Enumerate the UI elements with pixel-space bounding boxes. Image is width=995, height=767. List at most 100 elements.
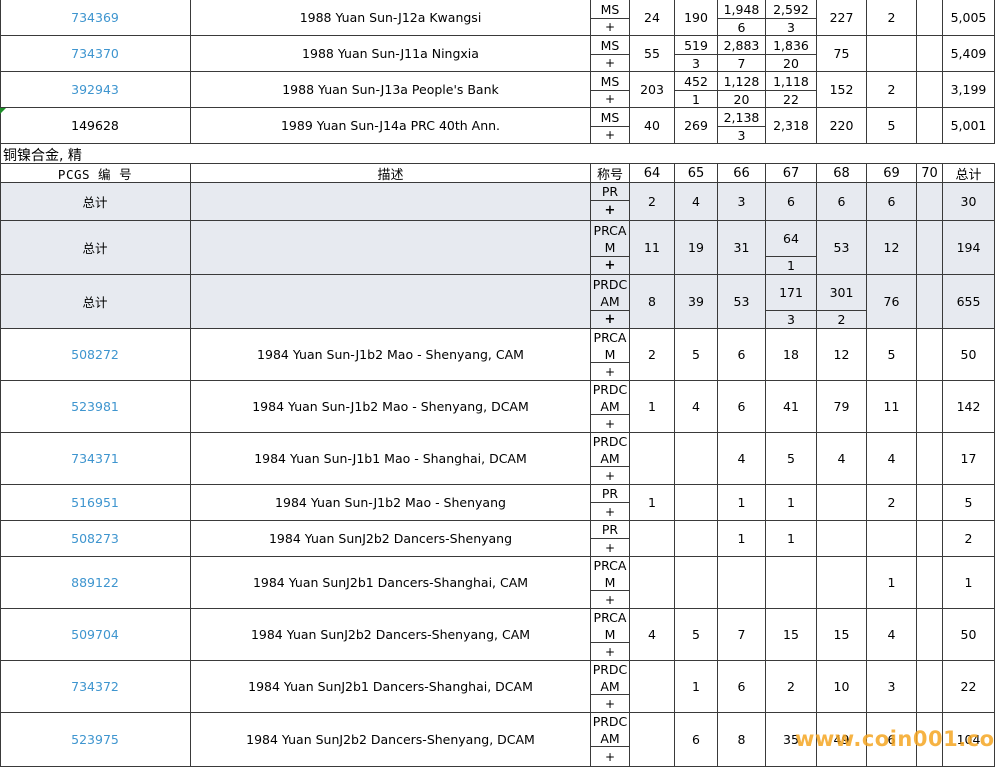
grade-count-70 (917, 381, 943, 433)
pcgs-number-link[interactable]: 523975 (0, 713, 191, 767)
grade-count-64: 1 (630, 485, 675, 521)
grade-count-65: 19 (675, 221, 718, 275)
grade-count-68: 227 (817, 0, 867, 36)
grade-count-65: 452 (675, 72, 718, 91)
grade-designation: PRCAM (591, 557, 630, 591)
grade-count-69: 6 (867, 183, 917, 221)
grade-count-70 (917, 485, 943, 521)
grade-count-65 (675, 433, 718, 485)
row-total: 2 (943, 521, 995, 557)
grade-count-66: 6 (718, 329, 766, 381)
sheet-left-border (0, 0, 1, 767)
grade-count-70 (917, 108, 943, 144)
coin-description: 1988 Yuan Sun-J12a Kwangsi (191, 0, 591, 36)
coin-description: 1984 Yuan SunJ2b2 Dancers-Shenyang, DCAM (191, 713, 591, 767)
plus-grade-count-67: 3 (766, 311, 817, 329)
grade-count-64: 203 (630, 72, 675, 108)
grade-count-67 (766, 557, 817, 609)
coin-description: 1984 Yuan Sun-J1b2 Mao - Shenyang, DCAM (191, 381, 591, 433)
grade-count-64: 4 (630, 609, 675, 661)
grade-count-67: 2,318 (766, 108, 817, 144)
pcgs-number-link[interactable]: 508272 (0, 329, 191, 381)
plus-grade-count-65: 3 (675, 55, 718, 72)
row-total: 5,409 (943, 36, 995, 72)
grade-count-69: 4 (867, 609, 917, 661)
coin-description (191, 275, 591, 329)
grade-count-64: 1 (630, 381, 675, 433)
grade-count-70 (917, 0, 943, 36)
grade-count-68: 79 (817, 381, 867, 433)
pcgs-number-link[interactable]: 889122 (0, 557, 191, 609)
plus-grade-marker: + (591, 201, 630, 221)
pcgs-number-link[interactable]: 734369 (0, 0, 191, 36)
grade-count-67: 15 (766, 609, 817, 661)
pcgs-number-link[interactable]: 509704 (0, 609, 191, 661)
row-total: 30 (943, 183, 995, 221)
pcgs-number-link[interactable]: 734372 (0, 661, 191, 713)
grade-designation: PRDCAM (591, 433, 630, 467)
grade-count-67: 2 (766, 661, 817, 713)
column-header-description: 描述 (191, 164, 591, 183)
grade-designation: MS (591, 72, 630, 91)
grade-count-66: 1 (718, 521, 766, 557)
grade-count-68: 4 (817, 433, 867, 485)
grade-count-69: 3 (867, 661, 917, 713)
grade-count-65: 6 (675, 713, 718, 767)
coin-description (191, 221, 591, 275)
grade-count-68 (817, 521, 867, 557)
coin-description: 1984 Yuan Sun-J1b2 Mao - Shenyang (191, 485, 591, 521)
pcgs-number-link[interactable]: 523981 (0, 381, 191, 433)
grade-count-65: 269 (675, 108, 718, 144)
grade-count-66: 8 (718, 713, 766, 767)
plus-grade-count-66: 3 (718, 127, 766, 144)
grade-count-68: 220 (817, 108, 867, 144)
plus-grade-count-66: 20 (718, 91, 766, 108)
summary-label: 总计 (0, 275, 191, 329)
plus-grade-marker: + (591, 19, 630, 36)
grade-count-70 (917, 72, 943, 108)
grade-count-64 (630, 521, 675, 557)
row-total: 17 (943, 433, 995, 485)
plus-grade-marker: + (591, 91, 630, 108)
pcgs-number-link[interactable]: 734371 (0, 433, 191, 485)
plus-grade-marker: + (591, 363, 630, 381)
grade-count-65 (675, 485, 718, 521)
pcgs-number-link[interactable]: 508273 (0, 521, 191, 557)
grade-count-68: 152 (817, 72, 867, 108)
row-total: 655 (943, 275, 995, 329)
pcgs-number-link[interactable]: 392943 (0, 72, 191, 108)
grade-designation: PRDCAM (591, 661, 630, 695)
grade-count-69: 2 (867, 72, 917, 108)
grade-designation: PR (591, 183, 630, 201)
section-title: 铜镍合金, 精 (0, 146, 995, 164)
grade-count-70 (917, 329, 943, 381)
grade-count-64: 55 (630, 36, 675, 72)
plus-grade-count-67: 20 (766, 55, 817, 72)
column-header-g67: 67 (766, 164, 817, 183)
grade-count-68: 12 (817, 329, 867, 381)
column-header-total: 总计 (943, 164, 995, 183)
grade-designation: MS (591, 108, 630, 127)
grade-count-65: 519 (675, 36, 718, 55)
grade-count-67: 1 (766, 521, 817, 557)
row-total: 5,005 (943, 0, 995, 36)
summary-label: 总计 (0, 183, 191, 221)
grade-count-69: 5 (867, 329, 917, 381)
grade-count-70 (917, 183, 943, 221)
grade-count-64: 11 (630, 221, 675, 275)
row-total: 22 (943, 661, 995, 713)
grade-count-69 (867, 521, 917, 557)
grade-count-70 (917, 661, 943, 713)
plus-grade-marker: + (591, 591, 630, 609)
plus-grade-marker: + (591, 467, 630, 485)
grade-count-64 (630, 661, 675, 713)
pcgs-number-link[interactable]: 516951 (0, 485, 191, 521)
grade-count-66: 3 (718, 183, 766, 221)
grade-count-69: 76 (867, 275, 917, 329)
pcgs-number-link[interactable]: 734370 (0, 36, 191, 72)
grade-count-64 (630, 433, 675, 485)
grade-count-70 (917, 557, 943, 609)
grade-count-70 (917, 221, 943, 275)
grade-count-68: 6 (817, 183, 867, 221)
grade-designation: PRCAM (591, 329, 630, 363)
